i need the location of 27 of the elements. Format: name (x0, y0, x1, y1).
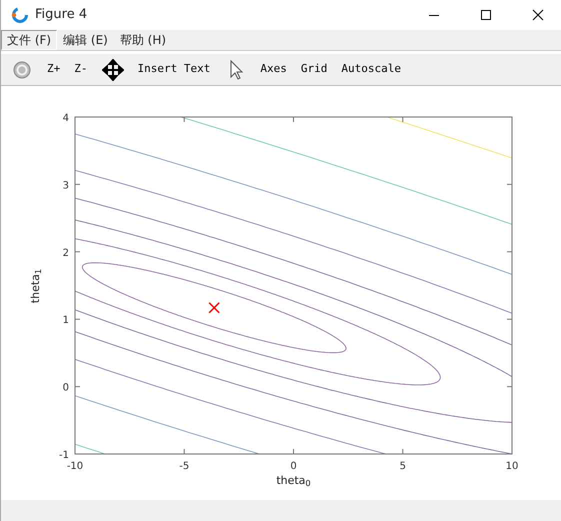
x-tick-label: 0 (290, 461, 297, 472)
menu-item[interactable]: 文件 (F) (1, 30, 58, 50)
x-axis-label: theta$_{0}$ (276, 474, 311, 487)
x-tick-label: 5 (400, 461, 406, 472)
close-icon (532, 9, 544, 21)
toolbar-button[interactable]: Insert Text (138, 61, 210, 78)
y-tick-label: 4 (62, 113, 69, 124)
y-tick-label: 0 (62, 382, 69, 394)
toolbar-button[interactable]: Z- (74, 61, 88, 78)
x-tick-label: -5 (179, 461, 190, 472)
window-title: Figure 4 (35, 6, 88, 24)
toolbar-button[interactable]: Autoscale (341, 61, 401, 78)
y-tick-label: 2 (62, 248, 69, 259)
x-tick-label: 10 (506, 461, 518, 472)
maximize-icon (480, 9, 492, 21)
toolbar-button[interactable]: Axes (260, 61, 287, 78)
app-logo-icon (11, 6, 29, 24)
menu-item[interactable]: 帮助 (H) (114, 30, 172, 50)
y-tick-label: -1 (59, 450, 69, 461)
rotate-icon[interactable] (11, 58, 33, 80)
x-tick-label: -10 (66, 461, 84, 472)
menu-item[interactable]: 编辑 (E) (57, 30, 114, 50)
toolbar-button[interactable]: Grid (300, 61, 328, 78)
y-tick-label: 1 (62, 315, 69, 326)
toolbar-button[interactable]: Z+ (47, 61, 60, 78)
y-tick-label: 3 (62, 180, 69, 192)
move-icon[interactable] (102, 58, 124, 80)
